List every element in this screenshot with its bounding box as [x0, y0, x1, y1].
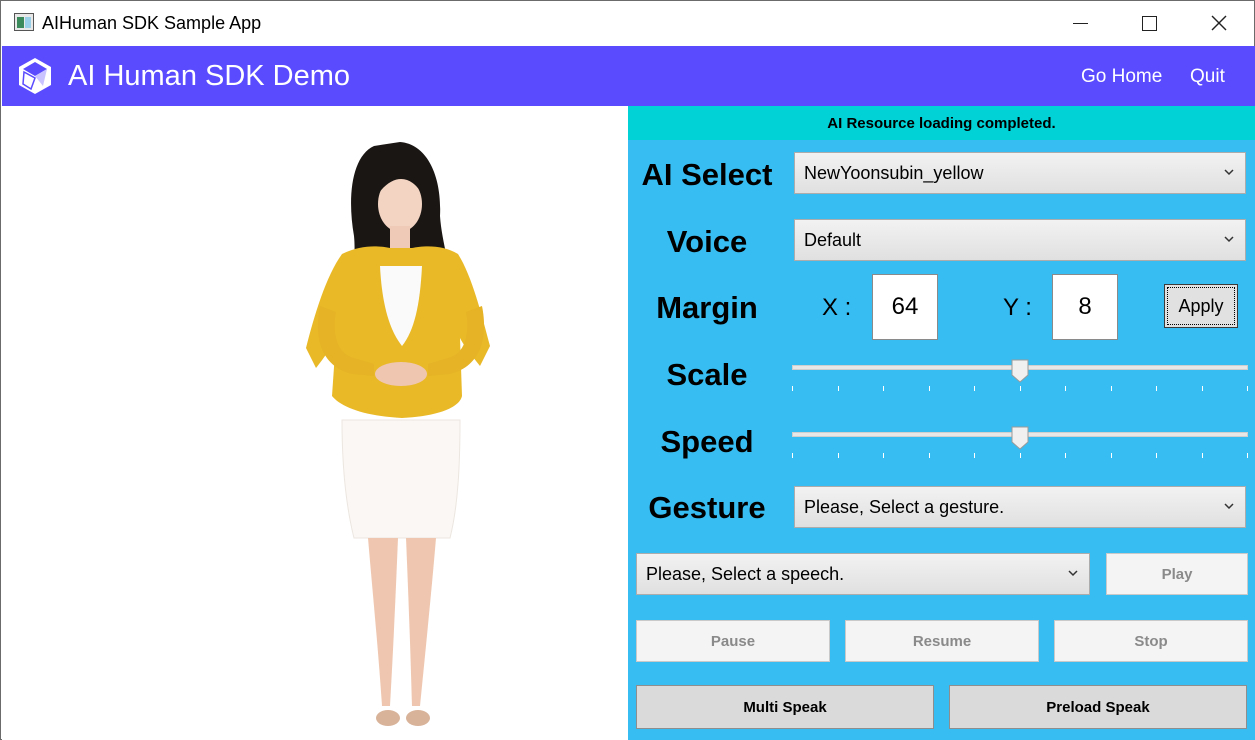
- ai-human-avatar: [306, 142, 490, 726]
- window-title: AIHuman SDK Sample App: [42, 13, 262, 33]
- preload-speak-button[interactable]: Preload Speak: [949, 685, 1247, 729]
- slider-tick: [1156, 386, 1157, 391]
- status-message: AI Resource loading completed.: [628, 106, 1255, 140]
- maximize-icon: [1141, 15, 1157, 31]
- ai-select-dropdown[interactable]: NewYoonsubin_yellow: [794, 152, 1246, 194]
- app-title: AI Human SDK Demo: [68, 60, 351, 92]
- stop-button[interactable]: Stop: [1054, 620, 1248, 662]
- scale-label: Scale: [666, 357, 748, 392]
- slider-tick: [974, 453, 975, 458]
- apply-button[interactable]: Apply: [1164, 284, 1238, 328]
- app-header: AI Human SDK Demo Go Home Quit: [2, 46, 1255, 106]
- chevron-down-icon: [1224, 169, 1234, 176]
- slider-tick: [1202, 453, 1203, 458]
- pause-button[interactable]: Pause: [636, 620, 830, 662]
- gesture-value: Please, Select a gesture.: [804, 496, 1005, 517]
- slider-tick: [1065, 453, 1066, 458]
- ai-select-value: NewYoonsubin_yellow: [804, 162, 984, 183]
- slider-tick: [792, 386, 793, 391]
- slider-tick: [1111, 386, 1112, 391]
- chevron-down-icon: [1224, 503, 1234, 510]
- go-home-link[interactable]: Go Home: [1081, 66, 1162, 88]
- slider-tick: [883, 386, 884, 391]
- close-icon: [1211, 15, 1227, 31]
- margin-label: Margin: [656, 290, 758, 325]
- margin-y-input[interactable]: 8: [1052, 274, 1118, 340]
- slider-tick: [1247, 386, 1248, 391]
- slider-tick: [1247, 453, 1248, 458]
- ai-select-label: AI Select: [641, 157, 773, 192]
- slider-thumb[interactable]: [1011, 359, 1029, 383]
- slider-tick: [974, 386, 975, 391]
- app-window: AIHuman SDK Sample App AI Human SDK Demo…: [0, 0, 1255, 740]
- maximize-button[interactable]: [1114, 1, 1184, 45]
- minimize-icon: [1072, 22, 1088, 24]
- voice-dropdown[interactable]: Default: [794, 219, 1246, 261]
- control-panel: AI Resource loading completed. AI Select…: [628, 106, 1255, 740]
- gesture-label: Gesture: [648, 490, 766, 525]
- margin-x-label: X :: [822, 294, 852, 321]
- close-button[interactable]: [1184, 1, 1254, 45]
- margin-x-input[interactable]: 64: [872, 274, 938, 340]
- slider-tick: [1202, 386, 1203, 391]
- slider-tick: [929, 386, 930, 391]
- chevron-down-icon: [1068, 570, 1078, 577]
- voice-value: Default: [804, 229, 862, 250]
- minimize-button[interactable]: [1045, 1, 1115, 45]
- slider-thumb[interactable]: [1011, 426, 1029, 450]
- resume-button[interactable]: Resume: [845, 620, 1039, 662]
- voice-label: Voice: [666, 224, 748, 259]
- slider-tick: [1065, 386, 1066, 391]
- play-button[interactable]: Play: [1106, 553, 1248, 595]
- slider-tick: [883, 453, 884, 458]
- chevron-down-icon: [1224, 236, 1234, 243]
- scale-slider[interactable]: [792, 359, 1248, 399]
- slider-tick: [838, 453, 839, 458]
- avatar-view: [2, 106, 628, 740]
- slider-tick: [1156, 453, 1157, 458]
- slider-tick: [792, 453, 793, 458]
- app-window-icon: [14, 13, 34, 31]
- multi-speak-button[interactable]: Multi Speak: [636, 685, 934, 729]
- margin-y-label: Y :: [1003, 294, 1032, 321]
- speech-dropdown[interactable]: Please, Select a speech.: [636, 553, 1090, 595]
- slider-tick: [1111, 453, 1112, 458]
- gesture-dropdown[interactable]: Please, Select a gesture.: [794, 486, 1246, 528]
- speed-slider[interactable]: [792, 426, 1248, 466]
- slider-tick: [1020, 453, 1021, 458]
- quit-link[interactable]: Quit: [1190, 66, 1225, 88]
- slider-tick: [929, 453, 930, 458]
- title-bar: AIHuman SDK Sample App: [1, 1, 1254, 45]
- speech-value: Please, Select a speech.: [646, 563, 845, 584]
- cube-logo-icon: [19, 58, 51, 94]
- speed-label: Speed: [660, 424, 754, 459]
- slider-tick: [1020, 386, 1021, 391]
- slider-tick: [838, 386, 839, 391]
